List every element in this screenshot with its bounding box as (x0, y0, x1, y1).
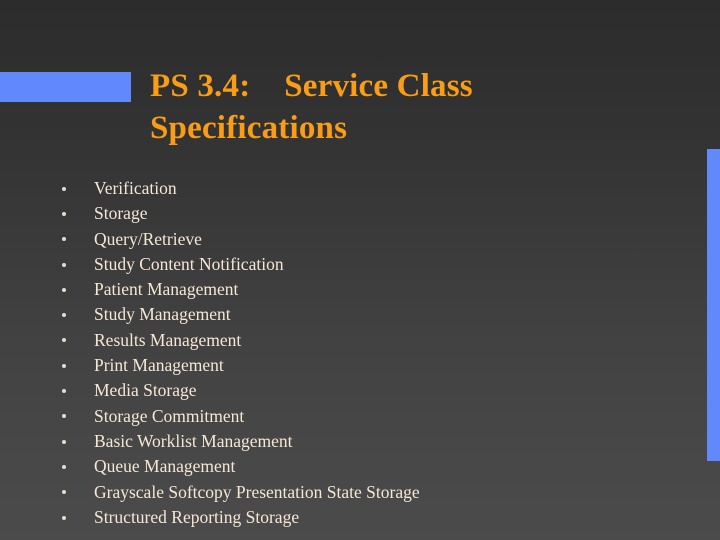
list-item: Storage (56, 201, 696, 226)
list-item: Structured Reporting Storage (56, 505, 696, 530)
list-item-label: Media Storage (94, 380, 197, 401)
bullet-dot-icon (62, 313, 66, 318)
list-item-label: Patient Management (94, 279, 239, 300)
list-item: Study Content Notification (56, 252, 696, 277)
list-item-label: Results Management (94, 329, 242, 350)
list-item: Queue Management (56, 454, 696, 479)
list-item: Media Storage (56, 378, 696, 403)
bullet-dot-icon (62, 490, 66, 495)
list-item: Query/Retrieve (56, 227, 696, 252)
list-item-label: Queue Management (94, 456, 236, 477)
list-item-label: Study Management (94, 304, 231, 325)
list-item-label: Storage Commitment (94, 405, 245, 426)
presentation-slide: PS 3.4: Service Class Specifications Ver… (0, 0, 720, 540)
list-item: Verification (56, 176, 696, 201)
list-item: Patient Management (56, 277, 696, 302)
bullet-dot-icon (62, 186, 66, 191)
bullet-dot-icon (62, 439, 66, 444)
list-item-label: Basic Worklist Management (94, 430, 293, 451)
bullet-dot-icon (62, 515, 66, 520)
list-item: Storage Commitment (56, 404, 696, 429)
bullet-dot-icon (62, 287, 66, 292)
list-item: Basic Worklist Management (56, 429, 696, 454)
slide-title-line-1: PS 3.4: Service Class (150, 68, 473, 104)
list-item-label: Query/Retrieve (94, 228, 202, 249)
bullet-dot-icon (62, 464, 66, 469)
list-item-label: Study Content Notification (94, 253, 284, 274)
bullet-dot-icon (62, 338, 66, 343)
list-item-label: Structured Reporting Storage (94, 506, 300, 527)
accent-bar-right-edge (707, 149, 720, 461)
list-item-label: Verification (94, 178, 177, 198)
slide-title-line-2: Specifications (150, 110, 348, 146)
accent-bar-top-left (0, 72, 131, 102)
list-item: Grayscale Softcopy Presentation State St… (56, 480, 696, 505)
list-item-label: Print Management (94, 355, 224, 376)
list-item: Study Management (56, 302, 696, 327)
bullet-dot-icon (62, 262, 66, 267)
list-item: Results Management (56, 328, 696, 353)
list-item: Print Management (56, 353, 696, 378)
bullet-dot-icon (62, 363, 66, 368)
bullet-dot-icon (62, 211, 66, 216)
list-item-label: Grayscale Softcopy Presentation State St… (94, 481, 420, 502)
service-class-list: Verification Storage Query/Retrieve Study C… (56, 176, 696, 530)
bullet-dot-icon (62, 237, 66, 242)
bullet-dot-icon (62, 389, 66, 394)
slide-title: PS 3.4: Service Class Specifications (150, 66, 620, 148)
bullet-dot-icon (62, 414, 66, 419)
list-item-label: Storage (94, 203, 148, 224)
